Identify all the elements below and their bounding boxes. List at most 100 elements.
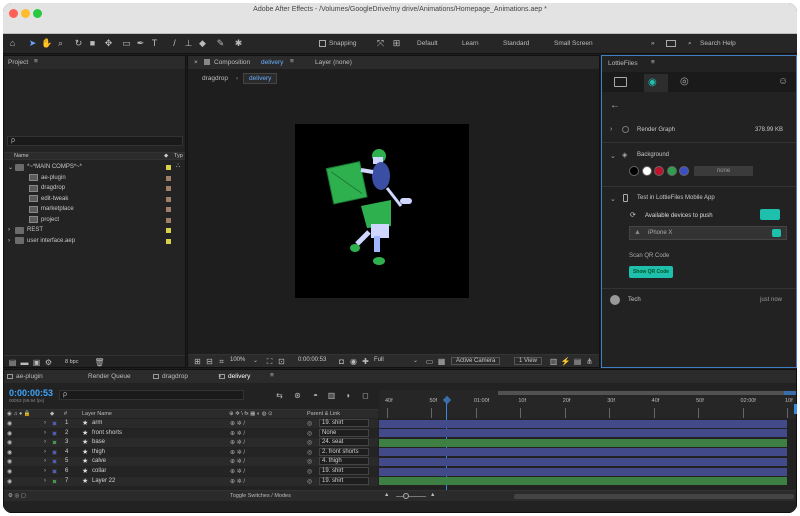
zoom-in-icon[interactable]: ▲ (430, 492, 435, 498)
layer-row[interactable]: ◉ › 1 ★ arm ⊕ ✲ / ◎ 19. shirt (4, 419, 378, 428)
project-search-input[interactable]: ρ (7, 136, 183, 146)
layer-label-color[interactable] (52, 421, 57, 426)
fast-previews-icon[interactable]: ⚡ (560, 356, 571, 367)
chevron-right-icon[interactable]: › (44, 439, 46, 445)
interpret-footage-icon[interactable]: ▤ (7, 357, 18, 368)
layer-switches[interactable]: ⊕ ✲ / (230, 468, 245, 475)
layer-duration-bar[interactable] (379, 429, 787, 438)
compass-icon[interactable]: ◎ (680, 77, 689, 87)
layer-switches[interactable]: ⊕ ✲ / (230, 439, 245, 446)
panel-menu-icon[interactable]: ≡ (270, 372, 274, 379)
clone-stamp-tool-icon[interactable]: ⊥ (183, 38, 194, 49)
chevron-right-icon[interactable]: › (44, 478, 46, 484)
back-arrow-icon[interactable]: ← (610, 100, 620, 111)
search-icon[interactable]: ⌕ (688, 40, 692, 48)
project-panel-title[interactable]: Project (8, 59, 28, 66)
av-toggle-icon[interactable]: ◉ ♫ ● 🔒 (7, 411, 31, 417)
type-column[interactable]: Typ (174, 153, 183, 159)
channel-icon[interactable]: ✚ (360, 356, 371, 367)
puppet-tool-icon[interactable]: ✱ (233, 38, 244, 49)
comp-flowchart-icon[interactable]: ⋔ (584, 356, 595, 367)
layer-name[interactable]: calve (92, 458, 106, 464)
pickwhip-icon[interactable]: ◎ (307, 420, 312, 427)
camera-dropdown[interactable]: Active Camera (451, 357, 501, 365)
chevron-down-icon[interactable]: ⌄ (8, 164, 13, 171)
comp-canvas[interactable] (295, 124, 469, 298)
account-icon[interactable]: ☺ (778, 77, 788, 87)
parent-dropdown[interactable]: 19. shirt (319, 419, 369, 427)
graph-editor-icon[interactable]: ◻ (360, 390, 371, 401)
more-workspaces-icon[interactable]: » (651, 40, 655, 47)
bit-depth[interactable]: 8 bpc (65, 359, 78, 365)
timeline-tab[interactable]: Render Queue (88, 373, 131, 380)
timeline-tab[interactable]: delivery (228, 373, 250, 380)
layer-duration-bar[interactable] (379, 457, 787, 466)
label-column-icon[interactable]: ◆ (50, 411, 54, 417)
camera-tool-icon[interactable]: ■ (87, 38, 98, 49)
new-comp-icon[interactable]: ▣ (31, 357, 42, 368)
home-icon[interactable]: ⌂ (7, 38, 18, 49)
bg-none-input[interactable]: none (694, 166, 753, 176)
hand-tool-icon[interactable]: ✋ (41, 38, 52, 49)
timeline-timecode[interactable]: 0:00:00:53 (9, 388, 53, 398)
layer-switches[interactable]: ⊕ ✲ / (230, 458, 245, 465)
fit-icon[interactable]: ⛶ (264, 356, 275, 367)
workspace-default[interactable]: Default (417, 40, 438, 47)
layer-row[interactable]: ◉ › 5 ★ calve ⊕ ✲ / ◎ 4. thigh (4, 457, 378, 467)
timeline-tab[interactable]: dragdrop (162, 373, 188, 380)
background-label[interactable]: Background (637, 152, 669, 158)
chevron-right-icon[interactable]: › (44, 458, 46, 464)
chevron-right-icon[interactable]: › (44, 468, 46, 474)
pickwhip-icon[interactable]: ◎ (307, 458, 312, 465)
panel-menu-icon[interactable]: ≡ (290, 58, 294, 65)
layer-name[interactable]: thigh (92, 449, 105, 455)
layer-duration-bar[interactable] (379, 448, 787, 457)
timeline-tab[interactable]: ae-plugin (16, 373, 43, 380)
panel-menu-icon[interactable]: ≡ (651, 59, 655, 66)
zoom-slider-handle[interactable] (403, 493, 409, 499)
device-select-toggle[interactable] (772, 229, 781, 237)
eye-icon[interactable]: ◉ (7, 430, 12, 437)
eye-tab-icon[interactable]: ◉ (648, 78, 657, 88)
project-item[interactable]: project (22, 215, 59, 225)
layer-switches[interactable]: ⊕ ✲ / (230, 420, 245, 427)
motion-blur-icon[interactable]: ◑ (342, 390, 353, 401)
layer-row[interactable]: ◉ › 4 ★ thigh ⊕ ✲ / ◎ 2. front shorts (4, 447, 378, 457)
bg-color-swatch[interactable] (679, 166, 689, 176)
layer-tab[interactable]: Layer (none) (315, 59, 352, 66)
layer-name[interactable]: arm (92, 420, 102, 426)
lock-icon[interactable] (204, 59, 210, 65)
resolution-dropdown[interactable]: Full (374, 357, 384, 363)
chevron-right-icon[interactable]: › (8, 238, 12, 244)
parent-dropdown[interactable]: None (319, 428, 369, 437)
region-of-interest-icon[interactable]: ▭ (424, 356, 435, 367)
eye-icon[interactable]: ◉ (7, 468, 12, 475)
draft-3d-icon[interactable]: ⊛ (292, 390, 303, 401)
pickwhip-icon[interactable]: ◎ (307, 439, 312, 446)
name-column[interactable]: Name (14, 153, 29, 159)
workspace-small-screen[interactable]: Small Screen (554, 40, 593, 47)
project-item[interactable]: dragdrop (22, 183, 65, 193)
chevron-right-icon[interactable]: › (44, 449, 46, 455)
layer-switches[interactable]: ⊕ ✲ / (230, 449, 245, 456)
chevron-right-icon[interactable]: › (44, 430, 46, 436)
label-color-swatch[interactable] (166, 186, 171, 191)
title-safe-icon[interactable]: ⊡ (276, 356, 287, 367)
close-tab-icon[interactable]: × (194, 59, 198, 66)
layer-label-color[interactable] (52, 449, 57, 455)
pickwhip-icon[interactable]: ◎ (307, 449, 312, 456)
brush-tool-icon[interactable]: / (169, 38, 180, 49)
project-item[interactable]: edit-tweak (22, 194, 68, 204)
zoom-tool-icon[interactable]: ⌕ (55, 38, 66, 49)
pickwhip-icon[interactable]: ◎ (307, 430, 312, 437)
parent-column[interactable]: Parent & Link (307, 411, 340, 417)
parent-dropdown[interactable]: 4. thigh (319, 457, 369, 466)
refresh-icon[interactable]: ⟳ (630, 211, 636, 219)
layer-label-color[interactable] (52, 469, 57, 474)
time-ruler[interactable]: 40f 50f 01:00f 10f 20f 30f 40f 50f 02:00f 10f (379, 390, 796, 418)
chevron-right-icon[interactable]: › (44, 420, 46, 426)
workspace-standard[interactable]: Standard (503, 40, 529, 47)
grid-icon[interactable]: ⌗ (216, 356, 227, 367)
workspace-learn[interactable]: Learn (462, 40, 479, 47)
chevron-right-icon[interactable]: › (8, 227, 12, 233)
